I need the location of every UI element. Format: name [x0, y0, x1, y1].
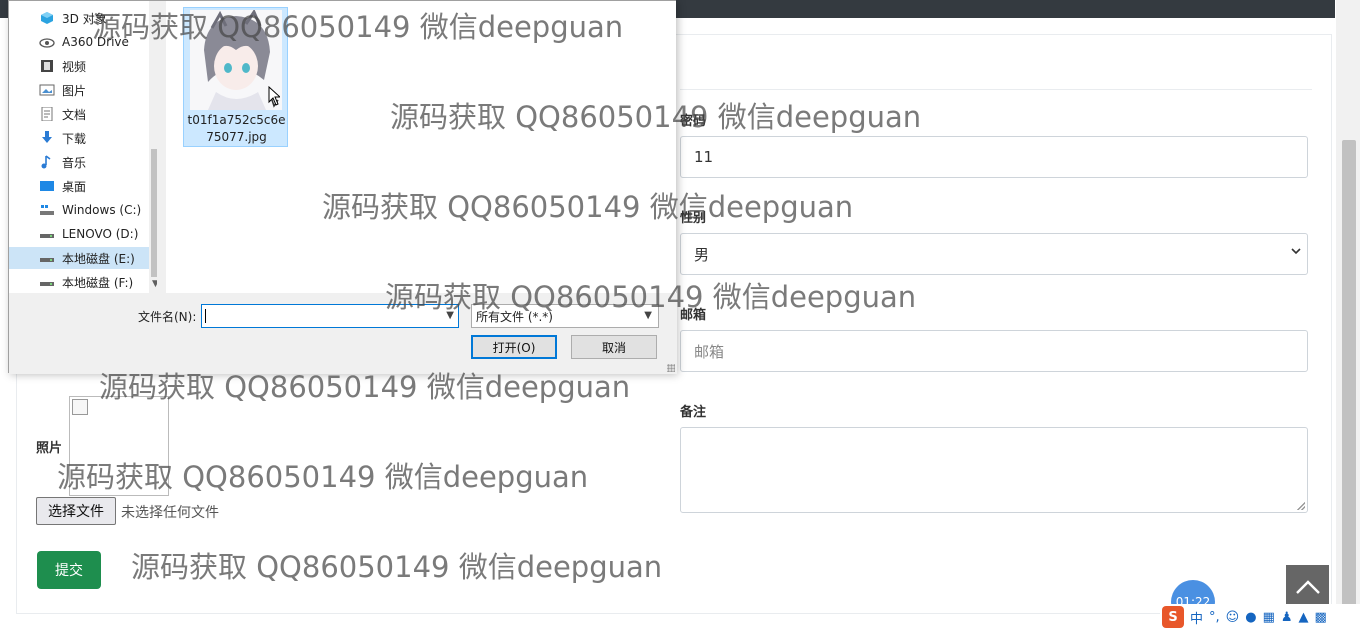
pictures-folder-icon [39, 84, 55, 96]
nav-scrollbar-thumb[interactable] [151, 149, 157, 277]
email-placeholder: 邮箱 [694, 342, 725, 361]
photo-label: 照片 [36, 441, 63, 456]
documents-folder-icon [41, 107, 53, 121]
nav-item-3d-objects[interactable]: 3D 对象 [9, 7, 157, 29]
file-name-line: t01f1a752c5c6e [187, 113, 286, 127]
nav-label: A360 Drive [62, 35, 129, 49]
nav-item-drive-f[interactable]: 本地磁盘 (F:) [9, 271, 157, 293]
user-icon[interactable]: ♟ [1281, 610, 1293, 625]
gender-label: 性别 [680, 211, 707, 226]
navigation-pane[interactable]: 3D 对象 A360 Drive 视频 图片 文档 下载 音乐 桌面 Windo… [9, 1, 157, 293]
emoji-icon[interactable]: ☺ [1226, 610, 1240, 625]
nav-item-a360-drive[interactable]: A360 Drive [9, 31, 157, 53]
choose-file-button[interactable]: 选择文件 [36, 497, 116, 525]
file-list-pane[interactable]: t01f1a752c5c6e 75077.jpg [166, 1, 676, 293]
resize-handle-icon[interactable] [1297, 502, 1305, 510]
submit-button[interactable]: 提交 [37, 551, 101, 589]
file-name-line: 75077.jpg [206, 130, 267, 144]
nav-label: 3D 对象 [62, 11, 107, 26]
password-field[interactable]: 11 [680, 136, 1308, 178]
card-divider [680, 89, 1312, 90]
page-scrollbar-thumb[interactable] [1342, 140, 1356, 620]
nav-item-downloads[interactable]: 下载 [9, 127, 157, 149]
system-drive-icon [40, 205, 54, 215]
file-status-text: 未选择任何文件 [121, 505, 219, 521]
text-cursor [205, 309, 206, 323]
dialog-footer: 文件名(N): ▼ 所有文件 (*.*) ▼ 打开(O) 取消 [9, 293, 677, 374]
broken-image-icon [72, 399, 88, 415]
nav-item-music[interactable]: 音乐 [9, 151, 157, 173]
music-folder-icon [41, 155, 51, 169]
downloads-folder-icon [42, 131, 52, 143]
back-to-top-button[interactable] [1286, 565, 1329, 608]
drive-icon [40, 282, 54, 286]
sogou-ime-icon[interactable]: S [1162, 606, 1184, 628]
nav-scrollbar[interactable]: ▼ [149, 1, 157, 293]
chevron-up-icon [1295, 579, 1320, 594]
email-field[interactable]: 邮箱 [680, 330, 1308, 372]
email-label: 邮箱 [680, 308, 707, 323]
microphone-icon[interactable]: ● [1245, 610, 1256, 625]
nav-label: 下载 [62, 131, 87, 146]
drive-icon [40, 234, 54, 238]
ime-toolbar[interactable]: S 中 °, ☺ ● ▦ ♟ ▲ ▩ [1160, 604, 1360, 630]
nav-label: 音乐 [62, 155, 87, 170]
nav-item-drive-e[interactable]: 本地磁盘 (E:) [9, 247, 157, 269]
nav-item-drive-c[interactable]: Windows (C:) [9, 199, 157, 221]
filetype-select[interactable]: 所有文件 (*.*) ▼ [471, 304, 659, 328]
filename-input[interactable]: ▼ [201, 304, 459, 328]
nav-item-documents[interactable]: 文档 [9, 103, 157, 125]
file-item[interactable]: t01f1a752c5c6e 75077.jpg [183, 7, 288, 147]
password-label: 密码 [680, 114, 707, 129]
mouse-pointer-icon [268, 86, 280, 106]
filename-label: 文件名(N): [138, 310, 197, 324]
cloud-drive-icon [39, 38, 55, 48]
drive-icon [40, 258, 54, 262]
nav-label: 图片 [62, 83, 87, 98]
nav-item-videos[interactable]: 视频 [9, 55, 157, 77]
file-name: t01f1a752c5c6e 75077.jpg [184, 112, 289, 146]
note-textarea[interactable] [680, 427, 1308, 513]
page-scrollbar[interactable] [1336, 0, 1360, 630]
nav-label: 视频 [62, 59, 87, 74]
skin-icon[interactable]: ▲ [1299, 610, 1309, 625]
desktop-folder-icon [40, 181, 54, 191]
chevron-down-icon [1291, 248, 1301, 255]
nav-item-pictures[interactable]: 图片 [9, 79, 157, 101]
gender-value: 男 [694, 245, 710, 264]
gender-select[interactable]: 男 [680, 233, 1308, 275]
chevron-down-icon[interactable]: ▼ [446, 310, 454, 321]
nav-label: 本地磁盘 (E:) [62, 251, 135, 266]
keyboard-icon[interactable]: ▦ [1263, 610, 1275, 625]
nav-label: 文档 [62, 107, 87, 122]
nav-label: 桌面 [62, 179, 87, 194]
open-button[interactable]: 打开(O) [471, 335, 557, 359]
resize-grip-icon[interactable] [667, 364, 675, 372]
chevron-down-icon: ▼ [644, 310, 652, 321]
scroll-down-arrow-icon[interactable]: ▼ [152, 279, 157, 289]
filetype-value: 所有文件 (*.*) [476, 309, 553, 324]
ime-language-toggle[interactable]: 中 [1190, 608, 1203, 627]
photo-preview [69, 396, 169, 496]
note-label: 备注 [680, 405, 707, 420]
nav-item-desktop[interactable]: 桌面 [9, 175, 157, 197]
video-folder-icon [41, 60, 53, 72]
punctuation-icon[interactable]: °, [1209, 610, 1220, 625]
nav-label: 本地磁盘 (F:) [62, 275, 134, 290]
nav-label: Windows (C:) [62, 203, 142, 217]
nav-label: LENOVO (D:) [62, 227, 139, 241]
file-open-dialog: 3D 对象 A360 Drive 视频 图片 文档 下载 音乐 桌面 Windo… [8, 0, 677, 374]
nav-item-drive-d[interactable]: LENOVO (D:) [9, 223, 157, 245]
3d-objects-icon [41, 12, 53, 24]
password-value: 11 [694, 148, 714, 166]
toolbox-icon[interactable]: ▩ [1315, 610, 1327, 625]
cancel-button[interactable]: 取消 [571, 335, 657, 359]
